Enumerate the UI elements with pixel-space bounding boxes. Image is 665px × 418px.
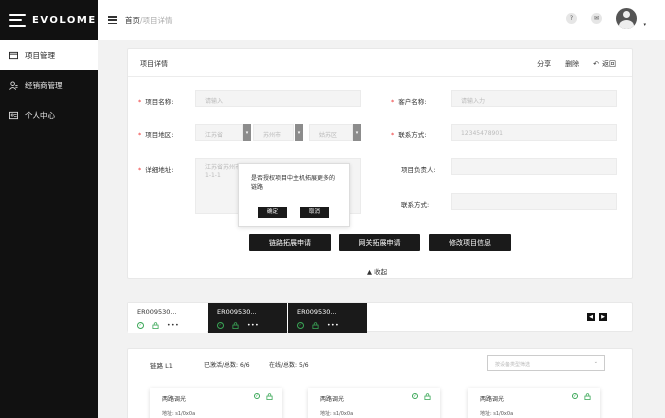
- link-device-card[interactable]: 两路调光 地址: s1/0x0a ✓: [308, 388, 440, 418]
- project-owner-input[interactable]: [451, 158, 617, 175]
- app-logo[interactable]: EVOLOME: [0, 0, 98, 40]
- chevron-down-icon: ⌄: [593, 359, 598, 365]
- lock-icon: [266, 393, 273, 400]
- link-device-card[interactable]: 两路调光 地址: s1/0x0a ✓: [468, 388, 600, 418]
- contact2-label: 联系方式:: [401, 201, 430, 209]
- sidebar-item-project-management[interactable]: 项目管理: [0, 40, 98, 70]
- status-ok-icon: ✓: [137, 322, 144, 329]
- activated-count: 已激活/总数: 6/6: [204, 362, 250, 369]
- logo-text: EVOLOME: [32, 14, 97, 26]
- sidebar-item-label: 项目管理: [25, 50, 55, 60]
- authorize-popover: 是否授权项目中主机拓展更多的链路 确定 取消: [238, 163, 350, 227]
- project-name-label: * 项目名称:: [138, 98, 174, 106]
- lock-icon: [584, 393, 591, 400]
- lock-icon: [312, 322, 319, 329]
- project-region-label: * 项目地区:: [138, 131, 174, 139]
- project-owner-label: 项目负责人:: [401, 166, 436, 174]
- status-ok-icon: ✓: [254, 393, 260, 399]
- menu-toggle-icon[interactable]: [108, 16, 117, 24]
- sidebar-item-label: 经销商管理: [25, 80, 63, 90]
- status-ok-icon: ✓: [412, 393, 418, 399]
- lock-icon: [152, 322, 159, 329]
- id-card-icon: [9, 111, 18, 120]
- link-device-card[interactable]: 两路调光 地址: s1/0x0a ✓: [150, 388, 282, 418]
- lock-icon: [424, 393, 431, 400]
- sidebar-item-label: 个人中心: [25, 110, 55, 120]
- more-icon[interactable]: •••: [247, 322, 259, 329]
- logo-mark-icon: [9, 13, 26, 27]
- top-header: 首页 / 项目详情 ? ✉ ▾: [98, 0, 665, 40]
- device-pager: ◀ ▶: [587, 313, 607, 321]
- address-label: * 详细地址:: [138, 166, 174, 174]
- header-actions: ? ✉: [566, 8, 637, 29]
- breadcrumb-home[interactable]: 首页: [125, 15, 140, 26]
- sidebar-item-personal-center[interactable]: 个人中心: [0, 100, 98, 130]
- device-card[interactable]: ER009530... ✓ •••: [288, 303, 367, 333]
- gateway-extend-button[interactable]: 网关拓展申请: [339, 234, 420, 251]
- province-select[interactable]: 江苏省: [195, 124, 243, 141]
- project-name-input[interactable]: 请输入: [195, 90, 361, 107]
- cancel-button[interactable]: 取消: [300, 207, 329, 218]
- delete-button[interactable]: 删除: [565, 59, 579, 69]
- more-icon[interactable]: •••: [327, 322, 339, 329]
- folder-icon: [9, 51, 18, 60]
- sidebar-item-dealer-management[interactable]: 经销商管理: [0, 70, 98, 100]
- status-ok-icon: ✓: [297, 322, 304, 329]
- user-group-icon: [9, 80, 18, 90]
- avatar[interactable]: [616, 8, 637, 29]
- link-panel: 链路 L1 已激活/总数: 6/6 在线/总数: 5/6 按设备类型筛选 ⌄ 两…: [127, 348, 633, 418]
- next-arrow-icon[interactable]: ▶: [599, 313, 607, 321]
- help-icon[interactable]: ?: [566, 13, 577, 24]
- city-dropdown-icon[interactable]: ▾: [295, 124, 303, 141]
- contact2-input[interactable]: [451, 193, 617, 210]
- confirm-button[interactable]: 确定: [258, 207, 287, 218]
- sidebar: EVOLOME 项目管理 经销商管理 个人中心: [0, 0, 98, 418]
- province-dropdown-icon[interactable]: ▾: [243, 124, 251, 141]
- district-select[interactable]: 姑苏区: [309, 124, 353, 141]
- contact-label: * 联系方式:: [391, 131, 427, 139]
- modify-project-button[interactable]: 修改项目信息: [429, 234, 511, 251]
- prev-arrow-icon[interactable]: ◀: [587, 313, 595, 321]
- card-title: 项目详情: [140, 60, 168, 68]
- share-button[interactable]: 分享: [537, 59, 551, 69]
- district-dropdown-icon[interactable]: ▾: [353, 124, 361, 141]
- popover-message: 是否授权项目中主机拓展更多的链路: [251, 175, 336, 191]
- device-type-select[interactable]: 按设备类型筛选 ⌄: [487, 355, 605, 371]
- customer-name-input[interactable]: 请输入力: [451, 90, 617, 107]
- card-actions: 分享 删除 ↶ 返回: [537, 59, 616, 69]
- chevron-down-icon[interactable]: ▾: [643, 22, 646, 28]
- back-button[interactable]: ↶ 返回: [593, 59, 616, 69]
- status-ok-icon: ✓: [217, 322, 224, 329]
- online-count: 在线/总数: 5/6: [269, 362, 309, 369]
- contact-input[interactable]: 12345478901: [451, 124, 617, 141]
- breadcrumb-current: 项目详情: [142, 15, 173, 25]
- link-extend-button[interactable]: 链路拓展申请: [249, 234, 331, 251]
- collapse-toggle[interactable]: ▲ 收起: [367, 266, 387, 276]
- message-icon[interactable]: ✉: [591, 13, 602, 24]
- divider: [128, 76, 632, 77]
- link-title: 链路 L1: [150, 362, 173, 370]
- back-arrow-icon: ↶: [593, 60, 599, 68]
- lock-icon: [232, 322, 239, 329]
- device-card[interactable]: ER009530... ✓ •••: [208, 303, 287, 333]
- city-select[interactable]: 苏州市: [253, 124, 294, 141]
- status-ok-icon: ✓: [572, 393, 578, 399]
- customer-name-label: * 客户名称:: [391, 98, 427, 106]
- device-strip: ER009530... ✓ ••• ER009530... ✓ ••• ER00…: [127, 302, 633, 333]
- device-card[interactable]: ER009530... ✓ •••: [128, 303, 207, 333]
- more-icon[interactable]: •••: [167, 322, 179, 329]
